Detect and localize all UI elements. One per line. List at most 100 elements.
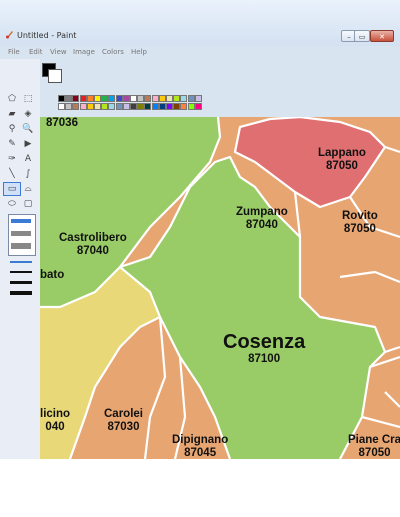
palette-swatch[interactable] — [115, 103, 123, 110]
palette-swatch[interactable] — [94, 103, 101, 110]
curve-icon[interactable]: ∫ — [20, 168, 36, 180]
line-width-option-1[interactable] — [11, 219, 31, 223]
palette-swatch[interactable] — [108, 95, 116, 102]
label-partial-dicino-code: 040 — [45, 421, 65, 434]
line-width-selector[interactable] — [8, 214, 36, 256]
menu-help[interactable]: Help — [131, 48, 147, 56]
text-icon[interactable]: A — [20, 153, 36, 165]
toolbox: ⬠ ⬚ ▰ ◈ ⚲ 🔍 ✎ ▶ ✑ A ╲ ∫ ▭ ⌓ ⬭ ▢ — [0, 59, 41, 459]
window-title: Untitled - Paint — [17, 31, 77, 40]
menu-file[interactable]: File — [8, 48, 20, 56]
palette-swatch[interactable] — [122, 95, 130, 102]
palette-swatch[interactable] — [65, 103, 73, 110]
line-width-option-3[interactable] — [11, 243, 31, 249]
label-dipignano-code: 87045 — [184, 447, 217, 459]
close-button[interactable]: ✕ — [370, 30, 394, 42]
palette-swatch[interactable] — [151, 103, 159, 110]
palette-swatch[interactable] — [166, 103, 173, 110]
magnifier-icon[interactable]: 🔍 — [20, 123, 36, 135]
airbrush-icon[interactable]: ✑ — [4, 153, 20, 165]
palette-swatch[interactable] — [180, 103, 188, 110]
drawing-canvas[interactable]: 87036 Lappano 87050 Zumpano 87040 Rovito… — [40, 117, 400, 459]
palette-swatch[interactable] — [86, 103, 94, 110]
label-carolei: Carolei 87030 — [104, 408, 143, 434]
label-carolei-name: Carolei — [104, 408, 143, 420]
label-zumpano: Zumpano 87040 — [236, 206, 288, 232]
palette-swatch[interactable] — [144, 95, 152, 102]
label-cosenza-name: Cosenza — [223, 331, 306, 353]
maximize-button[interactable]: ▭ — [354, 30, 370, 42]
palette-swatch[interactable] — [79, 103, 87, 110]
palette-swatch[interactable] — [187, 95, 195, 102]
palette-swatch[interactable] — [72, 103, 80, 110]
title-bar: Untitled - Paint – ▭ ✕ — [0, 0, 400, 46]
palette-swatch[interactable] — [137, 103, 145, 110]
label-dipignano: Dipignano 87045 — [172, 434, 228, 459]
label-top-left-code: 87036 — [46, 117, 78, 129]
palette-swatch[interactable] — [166, 95, 173, 102]
fill-icon[interactable]: ◈ — [20, 108, 36, 120]
palette-swatch[interactable] — [65, 95, 73, 102]
palette-swatch[interactable] — [86, 95, 94, 102]
line-width-option-2[interactable] — [11, 231, 31, 236]
palette-swatch[interactable] — [194, 95, 202, 102]
menu-view[interactable]: View — [50, 48, 67, 56]
label-castrolibero: Castrolibero 87040 — [59, 232, 127, 258]
palette-swatch[interactable] — [79, 95, 87, 102]
label-piane: Piane Cra 87050 — [348, 434, 400, 459]
maximize-icon: ▭ — [358, 33, 366, 41]
label-rovito-name: Rovito — [342, 210, 378, 222]
label-partial-dicino: licino 040 — [40, 408, 70, 434]
label-lappano-name: Lappano — [318, 147, 366, 159]
eraser-icon[interactable]: ▰ — [4, 108, 20, 120]
palette-swatch[interactable] — [58, 103, 65, 110]
pencil-icon[interactable]: ✎ — [4, 138, 20, 150]
palette-swatch[interactable] — [194, 103, 202, 110]
palette-swatch[interactable] — [94, 95, 101, 102]
palette-swatch[interactable] — [144, 103, 152, 110]
label-dipignano-name: Dipignano — [172, 434, 229, 446]
palette-swatch[interactable] — [130, 103, 137, 110]
palette-swatch[interactable] — [187, 103, 195, 110]
palette-swatch[interactable] — [115, 95, 123, 102]
rounded-rect-icon[interactable]: ▢ — [20, 198, 36, 210]
palette-swatch[interactable] — [151, 95, 159, 102]
color-picker-icon[interactable]: ⚲ — [4, 123, 20, 135]
palette-swatch[interactable] — [173, 103, 181, 110]
palette-swatch[interactable] — [137, 95, 145, 102]
palette-swatch[interactable] — [158, 103, 166, 110]
label-castrolibero-name: Castrolibero — [59, 232, 127, 244]
menu-colors[interactable]: Colors — [102, 48, 124, 56]
palette-swatch[interactable] — [101, 95, 109, 102]
palette-swatch[interactable] — [130, 95, 137, 102]
ellipse-icon[interactable]: ⬭ — [4, 198, 20, 210]
secondary-color[interactable] — [48, 69, 62, 83]
menu-image[interactable]: Image — [73, 48, 95, 56]
palette-swatch[interactable] — [173, 95, 181, 102]
polygon-icon[interactable]: ⌓ — [20, 183, 36, 195]
line-icon[interactable]: ╲ — [4, 168, 20, 180]
rectangle-icon[interactable]: ▭ — [3, 182, 21, 196]
menu-edit[interactable]: Edit — [29, 48, 43, 56]
brush-icon[interactable]: ▶ — [20, 138, 36, 150]
color-palette — [40, 59, 400, 117]
palette-swatch[interactable] — [158, 95, 166, 102]
label-lappano-code: 87050 — [325, 160, 358, 173]
palette-swatch[interactable] — [101, 103, 109, 110]
label-partial-left: bato — [40, 269, 65, 281]
page-bottom — [0, 459, 400, 517]
palette-swatch[interactable] — [108, 103, 116, 110]
label-zumpano-code: 87040 — [245, 219, 278, 232]
minimize-icon: – — [347, 33, 351, 41]
label-piane-code: 87050 — [358, 447, 391, 459]
menu-bar: File Edit View Image Colors Help — [0, 46, 400, 59]
label-rovito: Rovito 87050 — [342, 210, 378, 236]
palette-swatch[interactable] — [58, 95, 65, 102]
free-select-icon[interactable]: ⬠ — [4, 93, 20, 105]
brush-size-selector[interactable] — [8, 259, 34, 301]
palette-swatch[interactable] — [72, 95, 80, 102]
rect-select-icon[interactable]: ⬚ — [20, 93, 36, 105]
palette-swatch[interactable] — [122, 103, 130, 110]
palette-swatch[interactable] — [180, 95, 188, 102]
label-partial-dicino-name: licino — [40, 408, 71, 420]
